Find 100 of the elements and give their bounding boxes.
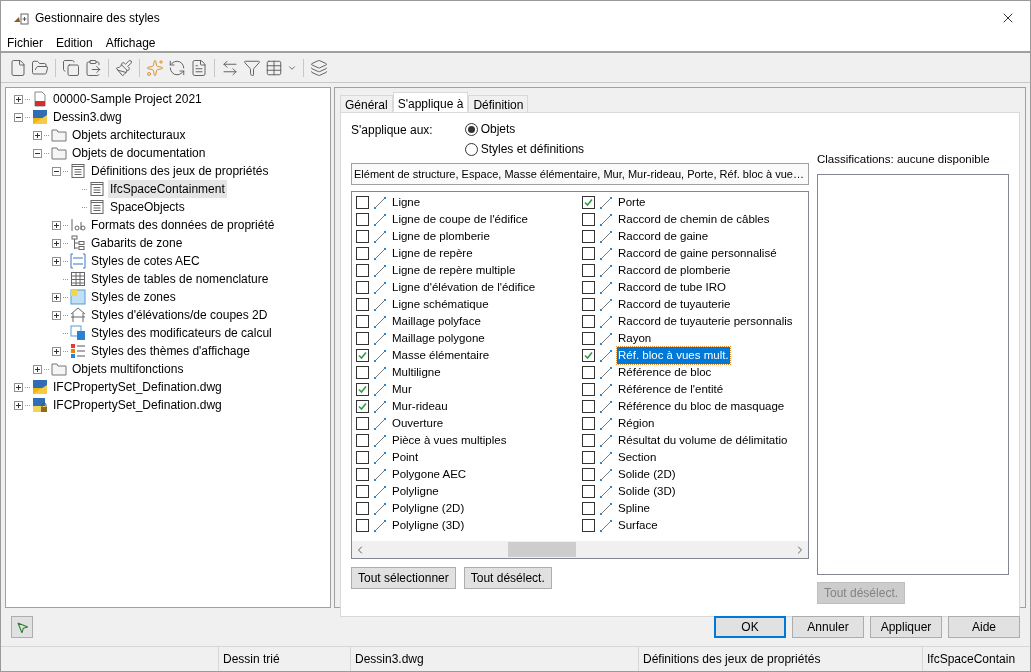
- tree-item[interactable]: Dessin3.dwg: [51, 108, 124, 126]
- object-type-label[interactable]: Raccord de plomberie: [617, 261, 732, 280]
- collapse-icon[interactable]: [52, 166, 61, 176]
- dialog-button[interactable]: Annuler: [792, 616, 864, 638]
- object-type-label[interactable]: Région: [617, 414, 656, 433]
- object-type-label[interactable]: Polyligne: [391, 482, 440, 501]
- expand-icon[interactable]: [33, 130, 42, 140]
- object-type-label[interactable]: Solide (2D): [617, 465, 677, 484]
- expand-icon[interactable]: [33, 364, 42, 374]
- tree-item[interactable]: Objets multifonctions: [70, 360, 186, 378]
- object-type-label[interactable]: Masse élémentaire: [391, 346, 491, 365]
- menu-item[interactable]: Fichier: [7, 34, 43, 52]
- checkbox[interactable]: [356, 485, 369, 498]
- object-type-label[interactable]: Ligne: [391, 193, 422, 212]
- tab[interactable]: Général: [340, 95, 393, 112]
- collapse-icon[interactable]: [14, 112, 23, 122]
- object-type-label[interactable]: Référence du bloc de masquage: [617, 397, 786, 416]
- checkbox[interactable]: [582, 349, 595, 362]
- checkbox[interactable]: [582, 519, 595, 532]
- object-type-label[interactable]: Raccord de tube IRO: [617, 278, 728, 297]
- checkbox[interactable]: [356, 468, 369, 481]
- checkbox[interactable]: [356, 519, 369, 532]
- object-type-label[interactable]: Ligne d'élévation de l'édifice: [391, 278, 537, 297]
- scrollbar-thumb[interactable]: [508, 542, 576, 557]
- checkbox[interactable]: [582, 485, 595, 498]
- dialog-button[interactable]: Aide: [948, 616, 1020, 638]
- tree-item[interactable]: Styles des modificateurs de calcul: [89, 324, 274, 342]
- expand-icon[interactable]: [52, 256, 61, 266]
- checkbox[interactable]: [582, 247, 595, 260]
- open-folder-icon[interactable]: [31, 58, 49, 77]
- object-type-label[interactable]: Polygone AEC: [391, 465, 468, 484]
- dialog-button[interactable]: OK: [714, 616, 786, 638]
- object-type-label[interactable]: Mur-rideau: [391, 397, 449, 416]
- expand-icon[interactable]: [52, 346, 61, 356]
- checkbox[interactable]: [356, 281, 369, 294]
- paste-icon[interactable]: [84, 58, 102, 77]
- object-type-label[interactable]: Résultat du volume de délimitatio: [617, 431, 789, 450]
- checkbox[interactable]: [356, 417, 369, 430]
- horizontal-scrollbar[interactable]: [352, 541, 808, 558]
- checkbox[interactable]: [582, 332, 595, 345]
- tree-item[interactable]: Styles des thèmes d'affichage: [89, 342, 252, 360]
- tree-item[interactable]: Styles de tables de nomenclature: [89, 270, 271, 288]
- tree-item[interactable]: Objets de documentation: [70, 144, 208, 162]
- checkbox[interactable]: [582, 400, 595, 413]
- checkbox[interactable]: [356, 383, 369, 396]
- select-all-button[interactable]: Tout sélectionner: [351, 567, 456, 589]
- checkbox[interactable]: [582, 502, 595, 515]
- deselect-all-button[interactable]: Tout désélect.: [463, 567, 552, 589]
- checkbox[interactable]: [356, 298, 369, 311]
- tree-item[interactable]: IFCPropertySet_Defination.dwg: [51, 378, 224, 396]
- expand-icon[interactable]: [52, 292, 61, 302]
- brush-icon[interactable]: [115, 58, 133, 77]
- radio-label[interactable]: Styles et définitions: [480, 140, 585, 158]
- object-type-label[interactable]: Ligne de repère: [391, 244, 474, 263]
- checkbox[interactable]: [356, 247, 369, 260]
- checkbox[interactable]: [582, 264, 595, 277]
- dialog-button[interactable]: Appliquer: [870, 616, 942, 638]
- object-type-label[interactable]: Solide (3D): [617, 482, 677, 501]
- object-type-label[interactable]: Référence de bloc: [617, 363, 713, 382]
- checkbox[interactable]: [356, 400, 369, 413]
- object-type-label[interactable]: Raccord de tuyauterie: [617, 295, 732, 314]
- checkbox[interactable]: [356, 196, 369, 209]
- tree-item[interactable]: Formats des données de propriété: [89, 216, 277, 234]
- checkbox[interactable]: [582, 230, 595, 243]
- object-type-label[interactable]: Spline: [617, 499, 651, 518]
- checkbox[interactable]: [356, 213, 369, 226]
- object-type-label[interactable]: Raccord de tuyauterie personnalis: [617, 312, 794, 331]
- checkbox[interactable]: [356, 230, 369, 243]
- tree-item[interactable]: Définitions des jeux de propriétés: [89, 162, 271, 180]
- checkbox[interactable]: [356, 332, 369, 345]
- object-type-label[interactable]: Pièce à vues multiples: [391, 431, 508, 450]
- checkbox[interactable]: [582, 281, 595, 294]
- checkbox[interactable]: [356, 264, 369, 277]
- table-icon[interactable]: [265, 58, 283, 77]
- checkbox[interactable]: [356, 315, 369, 328]
- checkbox[interactable]: [582, 468, 595, 481]
- tree-item[interactable]: Styles d'élévations/de coupes 2D: [89, 306, 270, 324]
- object-type-label[interactable]: Multiligne: [391, 363, 442, 382]
- layers-icon[interactable]: [310, 58, 328, 77]
- object-type-label[interactable]: Polyligne (3D): [391, 516, 466, 535]
- object-type-label[interactable]: Raccord de chemin de câbles: [617, 210, 771, 229]
- tree-item[interactable]: Gabarits de zone: [89, 234, 185, 252]
- checkbox[interactable]: [582, 366, 595, 379]
- object-type-label[interactable]: Surface: [617, 516, 659, 535]
- object-type-label[interactable]: Ligne de coupe de l'édifice: [391, 210, 529, 229]
- radio-label[interactable]: Objets: [480, 120, 516, 138]
- object-type-label[interactable]: Ligne de repère multiple: [391, 261, 517, 280]
- object-type-label[interactable]: Raccord de gaine personnalisé: [617, 244, 778, 263]
- expand-icon[interactable]: [14, 400, 23, 410]
- tab[interactable]: Définition: [468, 95, 529, 112]
- checkbox[interactable]: [582, 417, 595, 430]
- checkbox[interactable]: [582, 213, 595, 226]
- tree-item[interactable]: 00000-Sample Project 2021: [51, 90, 204, 108]
- tree-item[interactable]: Styles de cotes AEC: [89, 252, 202, 270]
- checkbox[interactable]: [356, 434, 369, 447]
- checkbox[interactable]: [356, 451, 369, 464]
- radio-button[interactable]: [464, 142, 478, 156]
- object-type-label[interactable]: Maillage polygone: [391, 329, 486, 348]
- menu-item[interactable]: Edition: [56, 34, 93, 52]
- expand-icon[interactable]: [52, 238, 61, 248]
